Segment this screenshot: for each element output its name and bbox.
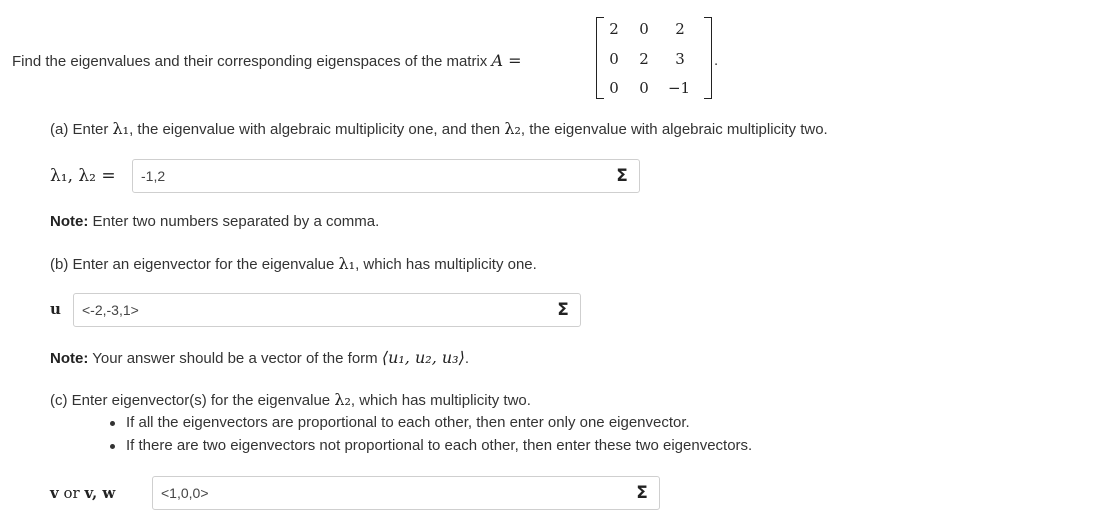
part-b-text-1: (b) Enter an eigenvector for the eigenva… bbox=[50, 256, 339, 273]
part-a-answer-value: -1,2 bbox=[141, 168, 166, 184]
part-a-note: Note: Enter two numbers separated by a c… bbox=[50, 213, 379, 230]
part-a-answer-input[interactable]: -1,2 Σ bbox=[132, 159, 640, 193]
part-c-answer-input[interactable]: <1,0,0> Σ bbox=[152, 476, 660, 510]
part-c-text-1: (c) Enter eigenvector(s) for the eigenva… bbox=[50, 392, 335, 409]
part-b-note-end: . bbox=[464, 350, 469, 367]
matrix-cell: 0 bbox=[639, 79, 649, 97]
part-a-text-3: , the eigenvalue with algebraic multipli… bbox=[520, 121, 828, 138]
part-c-text-2: , which has multiplicity two. bbox=[350, 392, 531, 409]
problem-prompt: Find the eigenvalues and their correspon… bbox=[12, 51, 522, 70]
note-label: Note: bbox=[50, 213, 89, 230]
part-a-text-2: , the eigenvalue with algebraic multipli… bbox=[129, 121, 505, 138]
equation-editor-button[interactable]: Σ bbox=[625, 477, 659, 509]
matrix-a: 2 0 2 0 2 3 0 0 −1 bbox=[596, 17, 712, 99]
matrix-cell: 2 bbox=[675, 20, 685, 38]
note-label: Note: bbox=[50, 350, 89, 367]
part-b-answer-label: u bbox=[50, 300, 61, 318]
part-a-note-text: Enter two numbers separated by a comma. bbox=[88, 213, 380, 230]
part-b-note-text: Your answer should be a vector of the fo… bbox=[88, 350, 382, 367]
part-a-instruction: (a) Enter λ₁, the eigenvalue with algebr… bbox=[50, 119, 828, 138]
matrix-cell: 2 bbox=[639, 50, 649, 68]
lambda1-symbol: λ₁ bbox=[338, 254, 356, 273]
lambda2-symbol: λ₂ bbox=[504, 119, 521, 138]
matrix-cell: 3 bbox=[675, 50, 685, 68]
matrix-period: . bbox=[714, 52, 719, 69]
part-c-bullet-list: If all the eigenvectors are proportional… bbox=[110, 414, 752, 460]
lambda2-symbol: λ₂ bbox=[334, 390, 351, 409]
part-b-instruction: (b) Enter an eigenvector for the eigenva… bbox=[50, 254, 537, 273]
matrix-cell: −1 bbox=[667, 79, 691, 97]
matrix-cell: 0 bbox=[639, 20, 649, 38]
matrix-cell: 2 bbox=[609, 20, 619, 38]
part-b-note: Note: Your answer should be a vector of … bbox=[50, 348, 469, 367]
list-item: If all the eigenvectors are proportional… bbox=[110, 414, 752, 437]
matrix-cell: 0 bbox=[609, 79, 619, 97]
problem-prompt-text: Find the eigenvalues and their correspon… bbox=[12, 53, 488, 70]
part-a-answer-label: λ₁, λ₂ = bbox=[50, 166, 116, 186]
vector-form-math: ⟨u₁, u₂, u₃⟩ bbox=[381, 348, 465, 367]
matrix-right-bracket bbox=[704, 17, 712, 99]
or-label: or bbox=[63, 484, 80, 502]
part-b-text-2: , which has multiplicity one. bbox=[355, 256, 537, 273]
equation-editor-button[interactable]: Σ bbox=[546, 294, 580, 326]
part-a-text-1: (a) Enter bbox=[50, 121, 113, 138]
part-c-instruction: (c) Enter eigenvector(s) for the eigenva… bbox=[50, 390, 531, 409]
part-c-answer-value: <1,0,0> bbox=[161, 485, 209, 501]
part-c-answer-label: v or v, w bbox=[50, 484, 115, 502]
equation-editor-button[interactable]: Σ bbox=[605, 160, 639, 192]
matrix-symbol: A = bbox=[491, 51, 522, 70]
lambda1-symbol: λ₁ bbox=[112, 119, 130, 138]
matrix-cell: 0 bbox=[609, 50, 619, 68]
list-item: If there are two eigenvectors not propor… bbox=[110, 437, 752, 460]
part-b-answer-value: <-2,-3,1> bbox=[82, 302, 139, 318]
v-label: v bbox=[50, 484, 59, 502]
part-b-answer-input[interactable]: <-2,-3,1> Σ bbox=[73, 293, 581, 327]
vw-label: v, w bbox=[84, 484, 116, 502]
